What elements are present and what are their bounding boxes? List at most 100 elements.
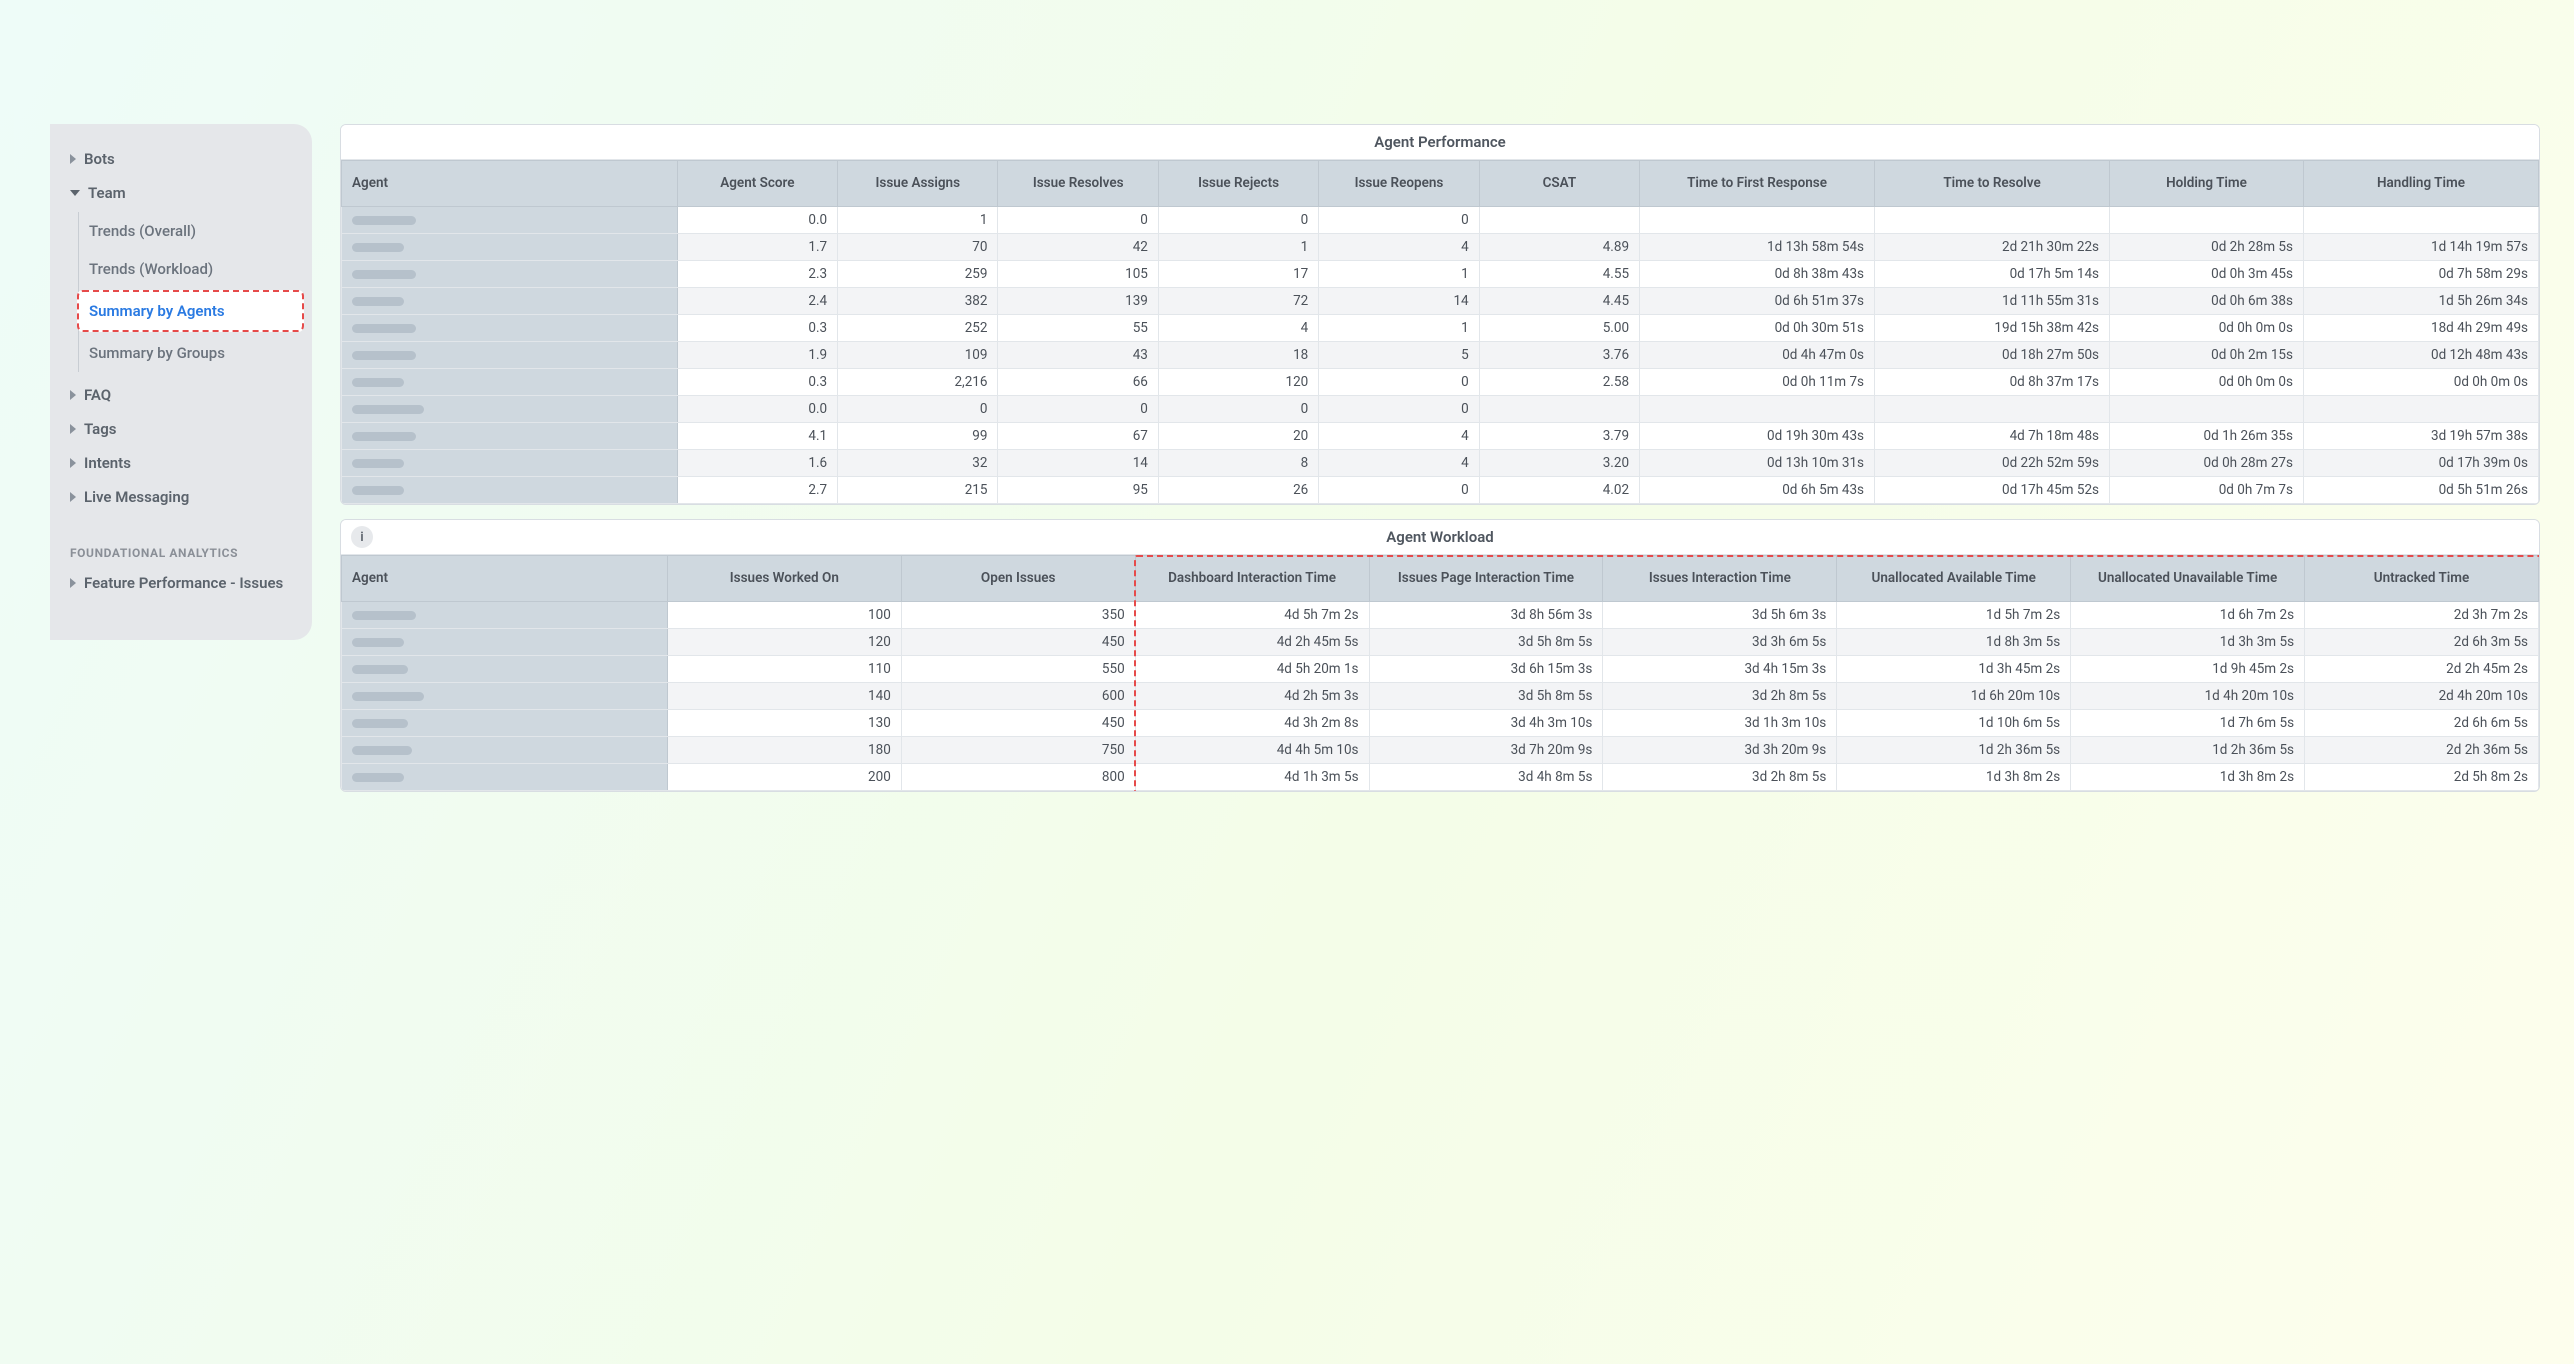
- sidebar-label: Tags: [84, 420, 117, 438]
- data-cell: 0d 12h 48m 43s: [2303, 342, 2538, 369]
- data-cell: 99: [838, 423, 998, 450]
- column-header[interactable]: Issues Worked On: [667, 556, 901, 602]
- data-cell: 2d 6h 6m 5s: [2305, 710, 2539, 737]
- data-cell: 139: [998, 288, 1158, 315]
- data-cell: 4d 4h 5m 10s: [1135, 737, 1369, 764]
- agent-placeholder-icon: [352, 611, 416, 620]
- column-header[interactable]: Time to Resolve: [1875, 161, 2110, 207]
- table-row: 0.00000: [342, 396, 2539, 423]
- data-cell: 0d 0h 7m 7s: [2110, 477, 2304, 504]
- data-cell: 2d 2h 45m 2s: [2305, 656, 2539, 683]
- data-cell: 1d 7h 6m 5s: [2071, 710, 2305, 737]
- column-header[interactable]: Unallocated Available Time: [1837, 556, 2071, 602]
- data-cell: 3d 4h 8m 5s: [1369, 764, 1603, 791]
- sidebar-item-bots[interactable]: Bots: [64, 142, 302, 176]
- data-cell: 2d 21h 30m 22s: [1875, 234, 2110, 261]
- sidebar-item-feature-performance-issues[interactable]: Feature Performance - Issues: [64, 566, 302, 600]
- agent-workload-title: i Agent Workload: [341, 520, 2539, 555]
- data-cell: 100: [667, 602, 901, 629]
- sidebar-team-children: Trends (Overall) Trends (Workload) Summa…: [78, 212, 302, 372]
- sidebar-item-tags[interactable]: Tags: [64, 412, 302, 446]
- data-cell: 3d 1h 3m 10s: [1603, 710, 1837, 737]
- data-cell: 18d 4h 29m 49s: [2303, 315, 2538, 342]
- data-cell: 1: [1319, 315, 1479, 342]
- sidebar-item-trends-workload[interactable]: Trends (Workload): [79, 250, 302, 288]
- column-header[interactable]: Unallocated Unavailable Time: [2071, 556, 2305, 602]
- info-icon[interactable]: i: [351, 526, 373, 548]
- data-cell: 5.00: [1479, 315, 1639, 342]
- table-row: 1204504d 2h 45m 5s3d 5h 8m 5s3d 3h 6m 5s…: [342, 629, 2539, 656]
- data-cell: 0: [998, 207, 1158, 234]
- column-header[interactable]: CSAT: [1479, 161, 1639, 207]
- agent-placeholder-icon: [352, 216, 416, 225]
- column-header[interactable]: Agent: [342, 161, 678, 207]
- column-header[interactable]: Dashboard Interaction Time: [1135, 556, 1369, 602]
- data-cell: 750: [901, 737, 1135, 764]
- column-header[interactable]: Agent: [342, 556, 668, 602]
- data-cell: 20: [1158, 423, 1318, 450]
- data-cell: 3d 2h 8m 5s: [1603, 683, 1837, 710]
- table-row: 1.63214843.200d 13h 10m 31s0d 22h 52m 59…: [342, 450, 2539, 477]
- data-cell: 0d 1h 26m 35s: [2110, 423, 2304, 450]
- column-header[interactable]: Issue Resolves: [998, 161, 1158, 207]
- data-cell: 0d 0h 3m 45s: [2110, 261, 2304, 288]
- data-cell: 72: [1158, 288, 1318, 315]
- data-cell: 66: [998, 369, 1158, 396]
- data-cell: 0d 0h 0m 0s: [2303, 369, 2538, 396]
- column-header[interactable]: Issue Assigns: [838, 161, 998, 207]
- data-cell: 382: [838, 288, 998, 315]
- data-cell: 4: [1319, 423, 1479, 450]
- data-cell: [2303, 396, 2538, 423]
- column-header[interactable]: Issues Interaction Time: [1603, 556, 1837, 602]
- agent-workload-panel: i Agent Workload AgentIssues Worked OnOp…: [340, 519, 2540, 792]
- data-cell: 1: [1158, 234, 1318, 261]
- data-cell: 18: [1158, 342, 1318, 369]
- sidebar-item-trends-overall[interactable]: Trends (Overall): [79, 212, 302, 250]
- agent-cell: [342, 342, 678, 369]
- data-cell: 1d 13h 58m 54s: [1640, 234, 1875, 261]
- sidebar-item-live-messaging[interactable]: Live Messaging: [64, 480, 302, 514]
- agent-placeholder-icon: [352, 378, 404, 387]
- data-cell: 4d 2h 45m 5s: [1135, 629, 1369, 656]
- column-header[interactable]: Agent Score: [677, 161, 837, 207]
- data-cell: 95: [998, 477, 1158, 504]
- data-cell: 1.9: [677, 342, 837, 369]
- column-header[interactable]: Untracked Time: [2305, 556, 2539, 602]
- data-cell: [1875, 396, 2110, 423]
- data-cell: 2d 5h 8m 2s: [2305, 764, 2539, 791]
- data-cell: 3d 8h 56m 3s: [1369, 602, 1603, 629]
- column-header[interactable]: Issue Rejects: [1158, 161, 1318, 207]
- agent-cell: [342, 288, 678, 315]
- data-cell: 450: [901, 629, 1135, 656]
- sidebar-item-summary-by-groups[interactable]: Summary by Groups: [79, 334, 302, 372]
- data-cell: 1d 11h 55m 31s: [1875, 288, 2110, 315]
- data-cell: 8: [1158, 450, 1318, 477]
- agent-cell: [342, 656, 668, 683]
- data-cell: 120: [1158, 369, 1318, 396]
- data-cell: 4.1: [677, 423, 837, 450]
- column-header[interactable]: Issues Page Interaction Time: [1369, 556, 1603, 602]
- data-cell: 0d 0h 2m 15s: [2110, 342, 2304, 369]
- data-cell: 4.45: [1479, 288, 1639, 315]
- data-cell: 2d 2h 36m 5s: [2305, 737, 2539, 764]
- column-header[interactable]: Handling Time: [2303, 161, 2538, 207]
- agent-cell: [342, 710, 668, 737]
- data-cell: 67: [998, 423, 1158, 450]
- data-cell: 0d 2h 28m 5s: [2110, 234, 2304, 261]
- data-cell: 0d 17h 39m 0s: [2303, 450, 2538, 477]
- sidebar-item-team[interactable]: Team: [64, 176, 302, 210]
- column-header[interactable]: Open Issues: [901, 556, 1135, 602]
- data-cell: 0.3: [677, 315, 837, 342]
- data-cell: 0: [1319, 477, 1479, 504]
- sidebar-item-intents[interactable]: Intents: [64, 446, 302, 480]
- data-cell: 1d 2h 36m 5s: [1837, 737, 2071, 764]
- column-header[interactable]: Issue Reopens: [1319, 161, 1479, 207]
- sidebar-item-summary-by-agents[interactable]: Summary by Agents: [77, 290, 304, 332]
- data-cell: 3d 2h 8m 5s: [1603, 764, 1837, 791]
- sidebar-item-faq[interactable]: FAQ: [64, 378, 302, 412]
- data-cell: 3d 7h 20m 9s: [1369, 737, 1603, 764]
- column-header[interactable]: Holding Time: [2110, 161, 2304, 207]
- data-cell: 0: [1158, 396, 1318, 423]
- column-header[interactable]: Time to First Response: [1640, 161, 1875, 207]
- agent-cell: [342, 450, 678, 477]
